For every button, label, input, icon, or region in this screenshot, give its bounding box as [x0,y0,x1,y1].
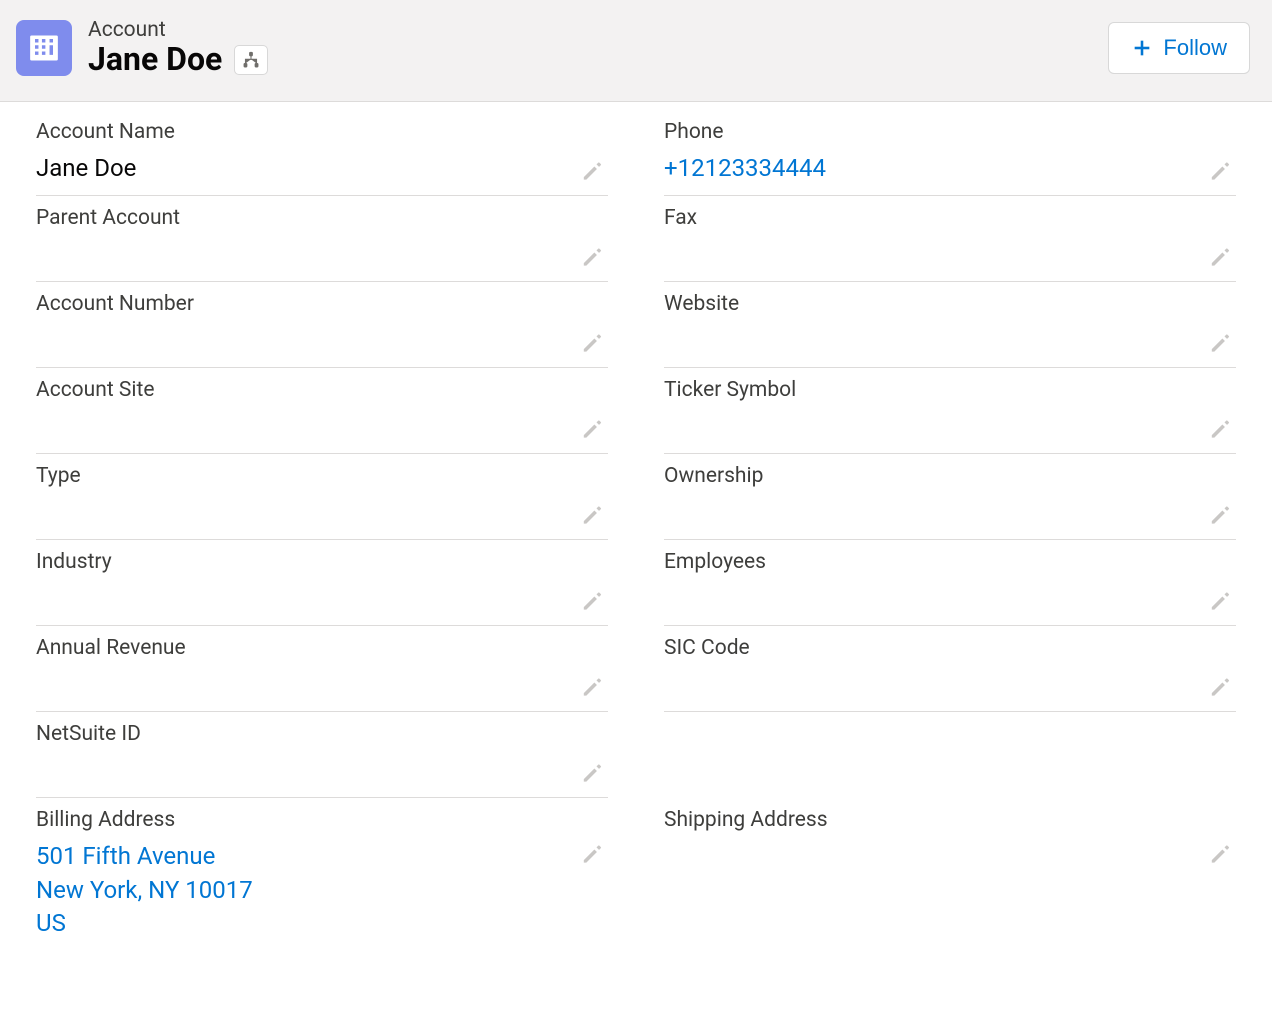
field-label: Billing Address [36,808,608,832]
field-value [664,238,1236,268]
edit-icon[interactable] [578,245,604,271]
edit-icon[interactable] [578,159,604,185]
field-account-number: Account Number [36,282,608,368]
field-value [664,410,1236,440]
edit-icon[interactable] [1206,503,1232,529]
address-line: New York, NY 10017 [36,874,608,908]
field-label: Website [664,292,1236,316]
edit-icon[interactable] [578,761,604,787]
field-billing-address: Billing Address 501 Fifth Avenue New Yor… [36,798,608,949]
field-annual-revenue: Annual Revenue [36,626,608,712]
record-name: Jane Doe [88,42,222,77]
field-label: Account Name [36,120,608,144]
field-label: Employees [664,550,1236,574]
field-account-name: Account Name Jane Doe [36,110,608,196]
edit-icon[interactable] [1206,417,1232,443]
field-label: Shipping Address [664,808,1236,832]
field-value: Jane Doe [36,152,608,186]
field-value [664,496,1236,526]
field-value [664,582,1236,612]
address-line: 501 Fifth Avenue [36,840,608,874]
edit-icon[interactable] [578,503,604,529]
field-value [36,324,608,354]
field-website: Website [664,282,1236,368]
header-left: Account Jane Doe [16,18,268,77]
field-label: Type [36,464,608,488]
field-value [36,410,608,440]
field-value [36,582,608,612]
field-type: Type [36,454,608,540]
follow-button[interactable]: Follow [1108,22,1250,74]
field-netsuite-id: NetSuite ID [36,712,608,798]
field-value [664,668,1236,698]
edit-icon[interactable] [1206,675,1232,701]
edit-icon[interactable] [578,675,604,701]
account-icon [16,20,72,76]
field-ticker-symbol: Ticker Symbol [664,368,1236,454]
edit-icon[interactable] [578,842,604,868]
field-phone: Phone +12123334444 [664,110,1236,196]
field-value [664,324,1236,354]
edit-icon[interactable] [578,589,604,615]
field-label: Account Site [36,378,608,402]
field-industry: Industry [36,540,608,626]
edit-icon[interactable] [1206,159,1232,185]
billing-address-value[interactable]: 501 Fifth Avenue New York, NY 10017 US [36,840,608,941]
field-fax: Fax [664,196,1236,282]
field-label: Ticker Symbol [664,378,1236,402]
edit-icon[interactable] [578,417,604,443]
address-line: US [36,907,608,941]
field-value [36,496,608,526]
phone-value[interactable]: +12123334444 [664,152,1236,186]
field-label: Account Number [36,292,608,316]
detail-content: Account Name Jane Doe Parent Account Acc… [0,102,1272,949]
field-label: Phone [664,120,1236,144]
edit-icon[interactable] [1206,589,1232,615]
hierarchy-icon [242,51,260,69]
field-sic-code: SIC Code [664,626,1236,712]
object-label: Account [88,18,268,42]
field-account-site: Account Site [36,368,608,454]
field-label: Parent Account [36,206,608,230]
field-parent-account: Parent Account [36,196,608,282]
field-spacer [664,712,1236,798]
record-header: Account Jane Doe Follow [0,0,1272,102]
field-value [36,754,608,784]
plus-icon [1131,37,1153,59]
edit-icon[interactable] [578,331,604,357]
field-label: Industry [36,550,608,574]
edit-icon[interactable] [1206,842,1232,868]
field-shipping-address: Shipping Address [664,798,1236,884]
hierarchy-button[interactable] [234,45,268,75]
field-label: Ownership [664,464,1236,488]
edit-icon[interactable] [1206,245,1232,271]
field-value [36,238,608,268]
field-label: NetSuite ID [36,722,608,746]
header-titles: Account Jane Doe [88,18,268,77]
field-label: Fax [664,206,1236,230]
follow-label: Follow [1163,35,1227,61]
field-label: Annual Revenue [36,636,608,660]
field-ownership: Ownership [664,454,1236,540]
record-name-row: Jane Doe [88,42,268,77]
field-employees: Employees [664,540,1236,626]
field-value [664,840,1236,870]
field-value [36,668,608,698]
right-column: Phone +12123334444 Fax Website Ticker Sy… [664,110,1236,949]
left-column: Account Name Jane Doe Parent Account Acc… [36,110,608,949]
edit-icon[interactable] [1206,331,1232,357]
field-label: SIC Code [664,636,1236,660]
